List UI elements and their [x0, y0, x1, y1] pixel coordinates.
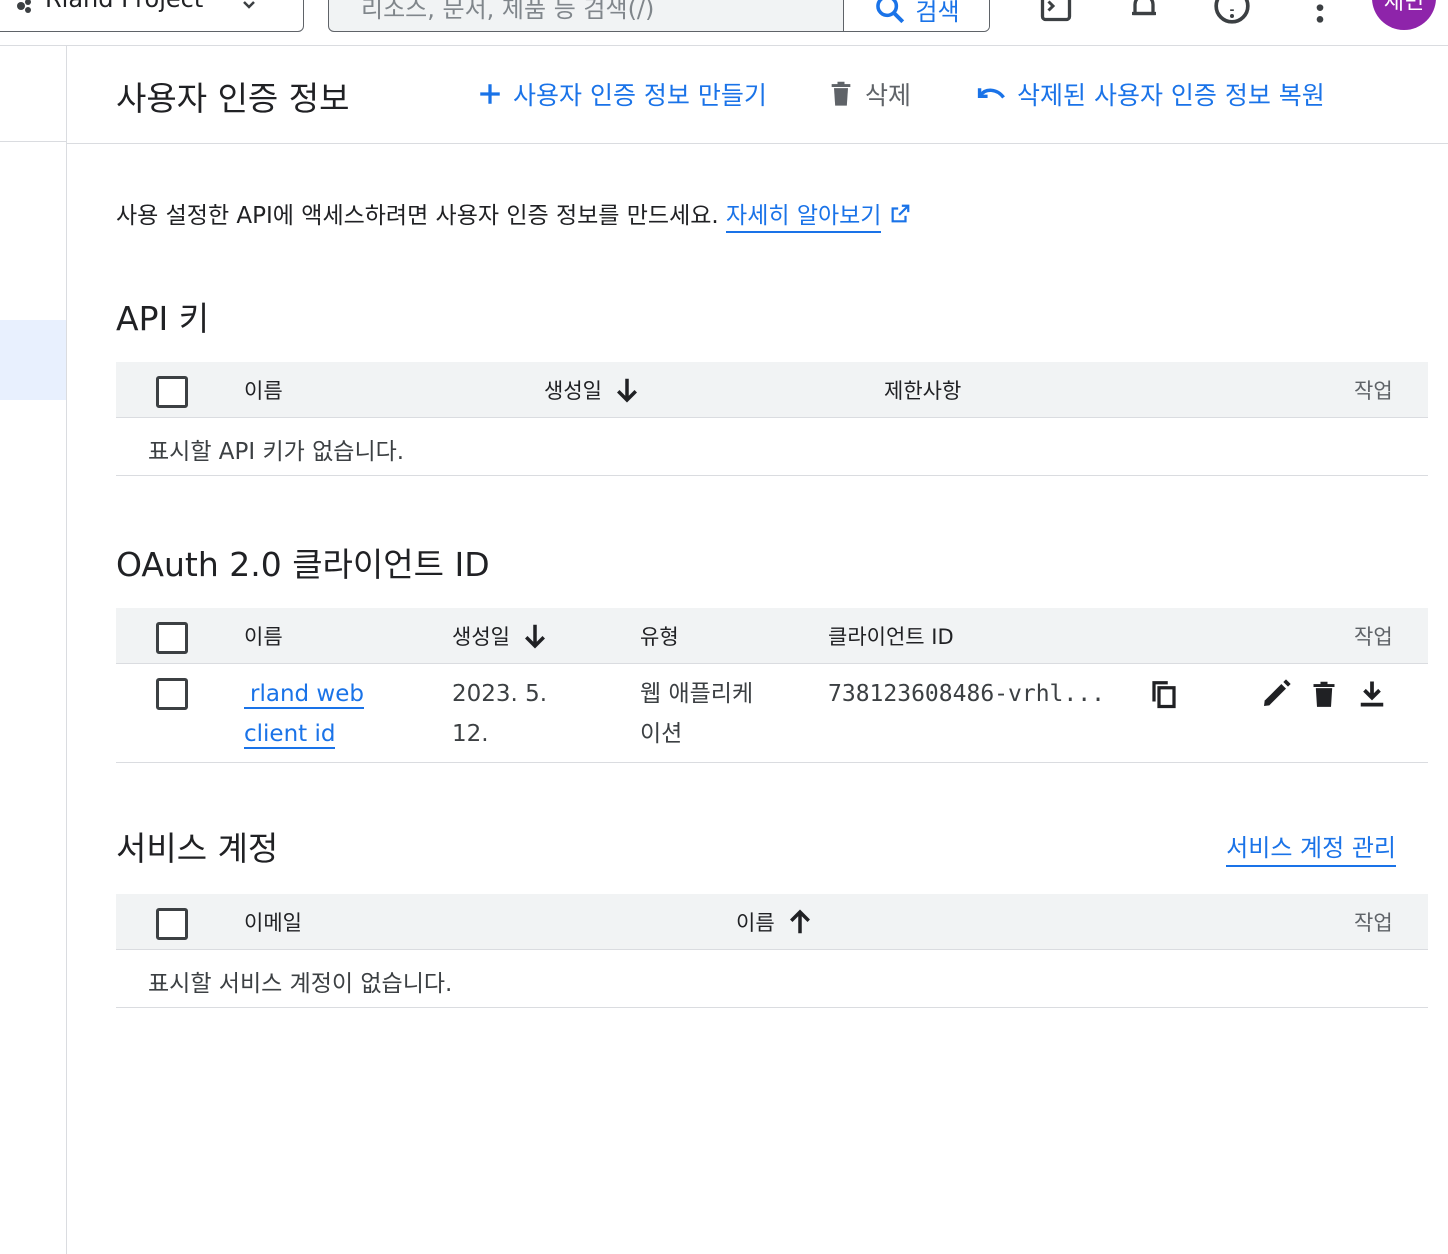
project-picker[interactable]: Rland Project: [0, 0, 304, 32]
oauth-title: OAuth 2.0 클라이언트 ID: [116, 545, 490, 584]
external-link-icon: [891, 204, 910, 223]
arrow-down-icon: [524, 624, 545, 649]
created-date-line2: 12.: [452, 721, 489, 747]
manage-service-accounts-link[interactable]: 서비스 계정 관리: [1226, 828, 1396, 867]
search-button[interactable]: 검색: [843, 0, 989, 31]
column-restrictions: 제한사항: [884, 379, 962, 403]
column-created[interactable]: 생성일: [452, 621, 550, 651]
select-all-checkbox[interactable]: [156, 908, 188, 940]
search-icon: [876, 0, 905, 24]
table-row: rland web client id 2023. 5. 12. 웹 애플리케 …: [116, 664, 1428, 763]
empty-state-text: 표시할 API 키가 없습니다.: [148, 439, 405, 465]
trash-icon: [831, 81, 851, 106]
column-actions: 작업: [1354, 379, 1393, 403]
client-type-line2: 이션: [640, 721, 683, 747]
table-header: 이메일 이름 작업: [116, 894, 1428, 950]
empty-state-row: 표시할 API 키가 없습니다.: [116, 418, 1428, 476]
column-type[interactable]: 유형: [640, 621, 679, 651]
project-name: Rland Project: [45, 0, 203, 13]
trash-icon[interactable]: [1306, 676, 1342, 712]
undo-icon: [977, 88, 1005, 99]
restore-credentials-label: 삭제된 사용자 인증 정보 복원: [1017, 81, 1325, 110]
search-button-label: 검색: [915, 0, 960, 26]
project-icon: [17, 0, 31, 13]
cloud-shell-icon[interactable]: [1036, 0, 1076, 26]
page-header: 사용자 인증 정보 사용자 인증 정보 만들기 삭제 삭제된 사용자 인증 정보…: [67, 46, 1448, 144]
select-all-checkbox[interactable]: [156, 376, 188, 408]
page-title: 사용자 인증 정보: [116, 79, 350, 118]
row-checkbox[interactable]: [156, 678, 188, 710]
more-vert-icon[interactable]: [1300, 0, 1340, 26]
client-name-line2: client id: [244, 721, 336, 749]
client-type-line1: 웹 애플리케: [640, 681, 754, 707]
arrow-up-icon: [789, 909, 810, 934]
copy-icon[interactable]: [1146, 676, 1182, 712]
avatar[interactable]: 재민: [1372, 0, 1436, 30]
client-name-line1: rland web: [244, 681, 364, 709]
help-icon[interactable]: [1212, 0, 1252, 26]
table-header: 이름 생성일 유형 클라이언트 ID 작업: [116, 608, 1428, 664]
column-created[interactable]: 생성일: [544, 375, 642, 405]
column-actions: 작업: [1354, 911, 1393, 935]
delete-label: 삭제: [865, 81, 912, 110]
top-bar: Rland Project 리소스, 문서, 제품 등 검색(/) 검색 재민: [0, 0, 1448, 46]
notifications-icon[interactable]: [1124, 0, 1164, 26]
edit-icon[interactable]: [1258, 676, 1294, 712]
restore-credentials-button[interactable]: 삭제된 사용자 인증 정보 복원: [975, 76, 1325, 112]
search-placeholder: 리소스, 문서, 제품 등 검색(/): [361, 0, 655, 23]
client-id-value: 738123608486-vrhl...: [828, 681, 1105, 707]
rail-header: [0, 46, 66, 142]
client-type: 웹 애플리케 이션: [640, 674, 753, 754]
column-email[interactable]: 이메일: [244, 907, 302, 937]
column-created-label: 생성일: [452, 625, 510, 649]
created-date-line1: 2023. 5.: [452, 681, 548, 707]
create-credentials-button[interactable]: 사용자 인증 정보 만들기: [477, 76, 767, 112]
empty-state-row: 표시할 서비스 계정이 없습니다.: [116, 950, 1428, 1008]
empty-state-text: 표시할 서비스 계정이 없습니다.: [148, 971, 453, 997]
column-name[interactable]: 이름: [244, 375, 283, 405]
api-keys-title: API 키: [116, 299, 210, 338]
column-name[interactable]: 이름: [244, 621, 283, 651]
service-accounts-title: 서비스 계정: [116, 829, 279, 868]
create-credentials-label: 사용자 인증 정보 만들기: [513, 81, 767, 110]
column-created-label: 생성일: [544, 379, 602, 403]
search-bar[interactable]: 리소스, 문서, 제품 등 검색(/) 검색: [328, 0, 990, 32]
chevron-down-icon: [243, 1, 255, 9]
download-icon[interactable]: [1354, 676, 1390, 712]
select-all-checkbox[interactable]: [156, 622, 188, 654]
plus-icon: [480, 84, 500, 104]
learn-more-link[interactable]: 자세히 알아보기: [726, 203, 882, 233]
arrow-down-icon: [616, 378, 637, 403]
left-nav-rail: [0, 46, 67, 1254]
column-name[interactable]: 이름: [736, 907, 815, 937]
avatar-text: 재민: [1383, 0, 1425, 15]
column-client-id: 클라이언트 ID: [828, 625, 954, 649]
column-actions: 작업: [1354, 625, 1393, 649]
table-header: 이름 생성일 제한사항 작업: [116, 362, 1428, 418]
intro-text: 사용 설정한 API에 액세스하려면 사용자 인증 정보를 만드세요. 자세히 …: [116, 196, 911, 233]
intro-description: 사용 설정한 API에 액세스하려면 사용자 인증 정보를 만드세요.: [116, 203, 727, 229]
client-name-link[interactable]: rland web client id: [244, 674, 364, 754]
column-name-label: 이름: [736, 911, 775, 935]
rail-active-item[interactable]: [0, 320, 66, 400]
delete-button[interactable]: 삭제: [827, 76, 911, 112]
created-date: 2023. 5. 12.: [452, 674, 547, 754]
